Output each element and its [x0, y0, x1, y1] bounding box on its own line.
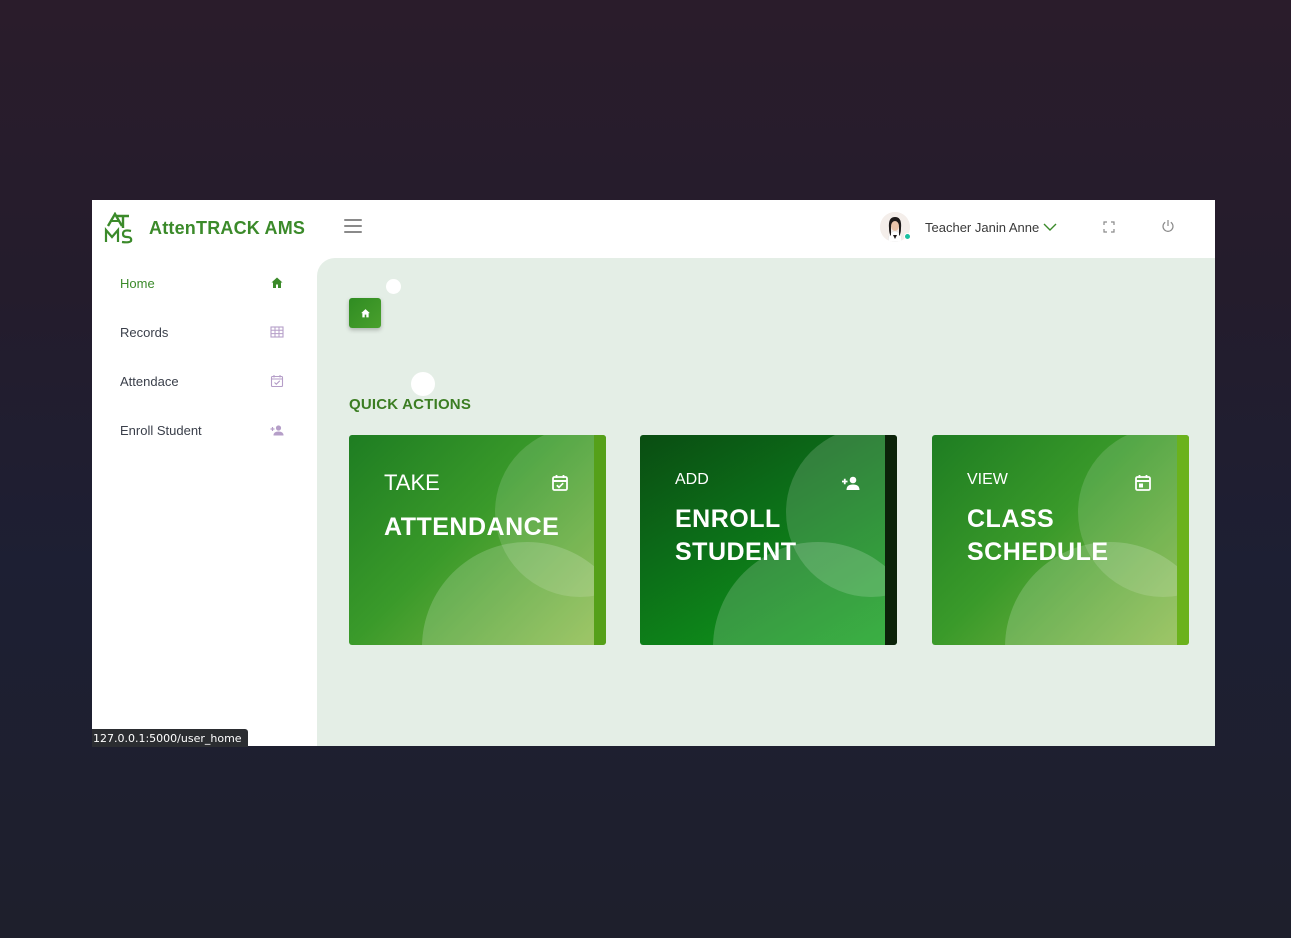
logo-icon [104, 212, 133, 244]
card-subtitle: VIEW [967, 471, 1008, 488]
main-content: QUICK ACTIONS TAKE ATTENDANCE ADD ENROLL… [317, 258, 1215, 746]
power-icon[interactable] [1161, 219, 1175, 233]
person-add-icon [270, 425, 284, 436]
decorative-bubble [411, 372, 435, 396]
card-stripe [1177, 435, 1189, 645]
card-title-line2: SCHEDULE [967, 538, 1109, 566]
sidebar: Home Records Attendace Enroll Student [92, 258, 317, 746]
status-bar-url: 127.0.0.1:5000/user_home [92, 729, 248, 747]
brand[interactable]: AttenTRACK AMS [104, 212, 305, 244]
sidebar-item-label: Attendace [120, 373, 179, 389]
home-icon [271, 277, 283, 288]
card-title: ATTENDANCE [384, 513, 560, 541]
card-stripe [594, 435, 606, 645]
avatar [880, 212, 911, 243]
chevron-down-icon [1043, 223, 1057, 231]
calendar-icon [1135, 475, 1151, 491]
fullscreen-icon[interactable] [1103, 221, 1115, 233]
card-stripe [885, 435, 897, 645]
section-title: QUICK ACTIONS [349, 396, 472, 413]
user-menu[interactable]: Teacher Janin Anne [880, 212, 1057, 243]
card-subtitle: ADD [675, 471, 709, 488]
app-window: AttenTRACK AMS Teacher Janin Anne Home R… [92, 200, 1215, 746]
card-title-line1: CLASS [967, 505, 1055, 533]
user-name: Teacher Janin Anne [925, 219, 1040, 235]
calendar-check-icon [552, 475, 568, 491]
table-icon [270, 326, 284, 338]
person-add-icon [842, 476, 860, 490]
enroll-student-card[interactable]: ADD ENROLL STUDENT [640, 435, 897, 645]
decorative-bubble [386, 279, 401, 294]
card-title-line1: ENROLL [675, 505, 781, 533]
menu-icon[interactable] [344, 219, 362, 235]
sidebar-item-enroll-student[interactable]: Enroll Student [92, 410, 317, 450]
breadcrumb-home-button[interactable] [349, 298, 381, 328]
sidebar-item-label: Home [120, 275, 155, 291]
card-subtitle: TAKE [384, 470, 440, 495]
home-icon [360, 308, 370, 317]
online-status-dot [904, 233, 911, 240]
brand-name: AttenTRACK AMS [149, 217, 306, 238]
decorative-circle [422, 542, 606, 645]
sidebar-item-attendance[interactable]: Attendace [92, 361, 317, 401]
class-schedule-card[interactable]: VIEW CLASS SCHEDULE [932, 435, 1189, 645]
sidebar-item-label: Enroll Student [120, 422, 202, 438]
sidebar-item-label: Records [120, 324, 169, 340]
calendar-check-icon [270, 375, 284, 388]
sidebar-item-home[interactable]: Home [92, 263, 317, 303]
take-attendance-card[interactable]: TAKE ATTENDANCE [349, 435, 606, 645]
card-title-line2: STUDENT [675, 538, 797, 566]
sidebar-item-records[interactable]: Records [92, 312, 317, 352]
top-bar: AttenTRACK AMS Teacher Janin Anne [92, 200, 1215, 258]
